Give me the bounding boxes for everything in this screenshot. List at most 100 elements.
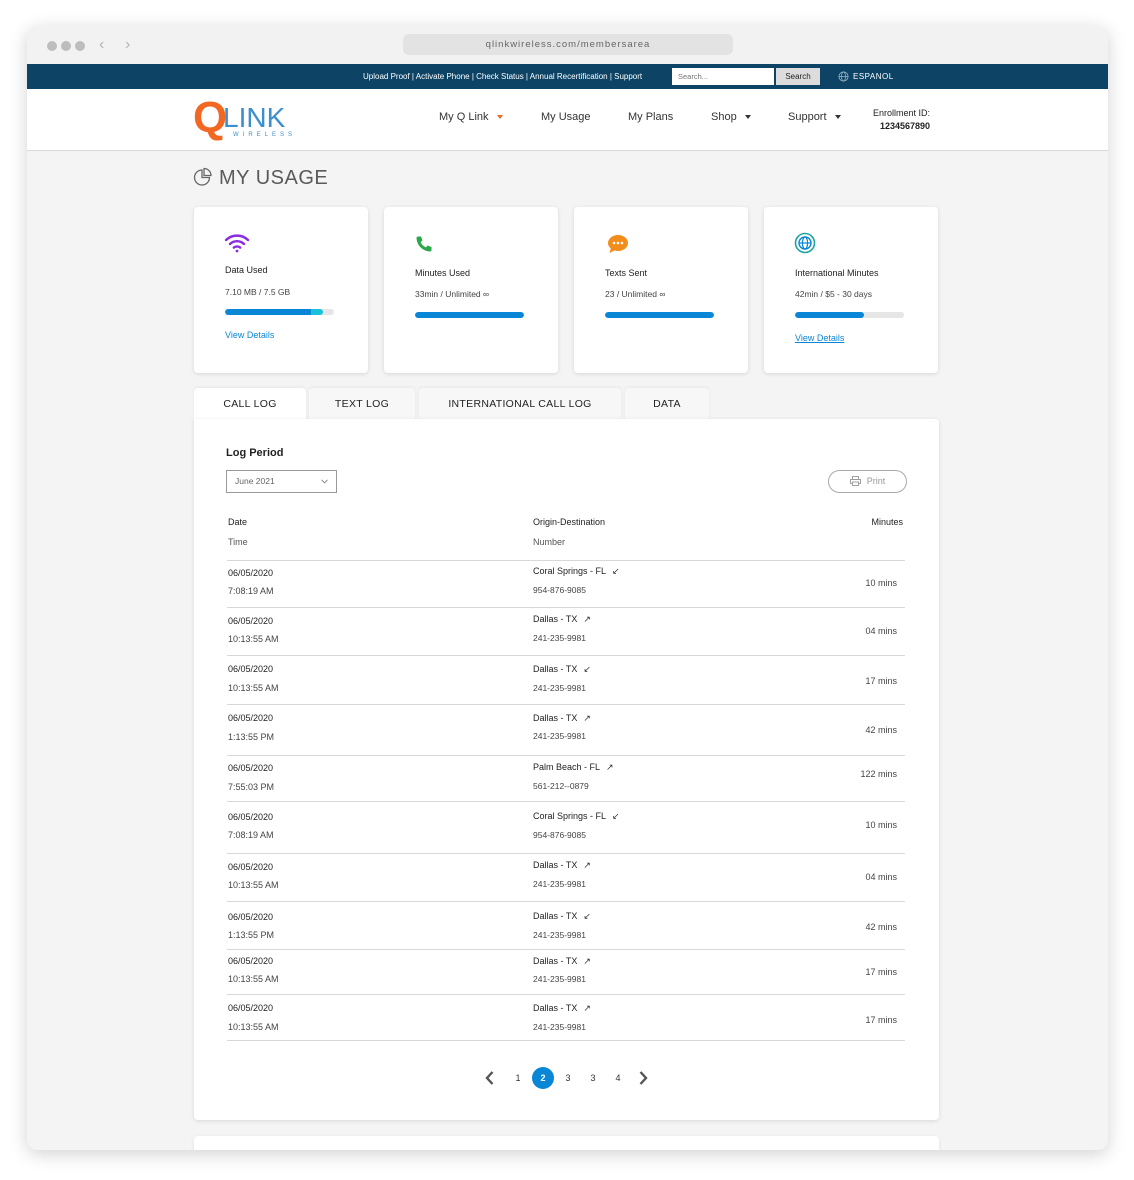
table-row[interactable]: 06/05/2020 10:13:55 AM Dallas - TX ↗ 241-… [227, 853, 905, 901]
enrollment-label: Enrollment ID: [873, 108, 931, 118]
header-date: Date [228, 517, 248, 527]
row-place-text: Coral Springs - FL [533, 566, 607, 576]
page-1[interactable]: 1 [507, 1067, 529, 1089]
card-label: Texts Sent [605, 268, 648, 278]
nav-support[interactable]: Support [788, 89, 841, 145]
nav-shop[interactable]: Shop [711, 89, 751, 145]
window-dot[interactable] [61, 41, 71, 51]
outgoing-arrow-icon: ↗ [583, 614, 591, 624]
nav-my-q-link[interactable]: My Q Link [439, 89, 503, 145]
incoming-arrow-icon: ↙ [583, 664, 591, 674]
row-place: Dallas - TX ↗ [533, 860, 591, 871]
card-value: 7.10 MB / 7.5 GB [225, 287, 291, 297]
url-bar[interactable]: qlinkwireless.com/membersarea [403, 34, 733, 55]
enrollment-value: 1234567890 [879, 121, 931, 131]
chevron-right-icon[interactable] [636, 1069, 650, 1087]
caret-down-icon [744, 115, 751, 120]
utility-search-button[interactable]: Search [776, 68, 820, 85]
window-dot[interactable] [75, 41, 85, 51]
window-dot[interactable] [47, 41, 57, 51]
view-details-link[interactable]: View Details [795, 333, 844, 343]
table-row[interactable]: 06/05/2020 10:13:55 AM Dallas - TX ↙ 241-… [227, 655, 905, 704]
row-place: Dallas - TX ↗ [533, 713, 591, 724]
table-row[interactable]: 06/05/2020 10:13:55 AM Dallas - TX ↗ 241-… [227, 994, 905, 1040]
table-row[interactable]: 06/05/2020 7:08:19 AM Coral Springs - FL… [227, 801, 905, 853]
nav-label: My Q Link [439, 111, 489, 123]
table-row[interactable]: 06/05/2020 10:13:55 AM Dallas - TX ↗ 241-… [227, 949, 905, 994]
row-minutes: 42 mins [865, 725, 897, 735]
row-place-text: Dallas - TX [533, 713, 578, 723]
pagination: 1 2 3 3 4 [194, 1067, 939, 1089]
card-value: 23 / Unlimited ∞ [605, 289, 666, 299]
row-number: 241-235-9981 [533, 930, 586, 940]
table-row[interactable]: 06/05/2020 1:13:55 PM Dallas - TX ↙ 241-2… [227, 901, 905, 949]
row-minutes: 17 mins [865, 1015, 897, 1025]
row-minutes: 17 mins [865, 967, 897, 977]
page-3[interactable]: 3 [557, 1067, 579, 1089]
table-row[interactable]: 06/05/2020 7:08:19 AM Coral Springs - FL… [227, 560, 905, 607]
minutes-used-card: Minutes Used 33min / Unlimited ∞ [384, 207, 558, 373]
page-title-text: MY USAGE [219, 167, 329, 189]
window-controls [47, 41, 85, 51]
pie-chart-icon [193, 167, 212, 186]
row-place-text: Dallas - TX [533, 664, 578, 674]
row-number: 954-876-9085 [533, 585, 586, 595]
nav-my-usage[interactable]: My Usage [541, 89, 591, 145]
utility-bar: Upload Proof | Activate Phone | Check St… [27, 64, 1108, 89]
outgoing-arrow-icon: ↗ [583, 713, 591, 723]
row-date: 06/05/2020 [228, 664, 274, 674]
row-date: 06/05/2020 [228, 956, 274, 966]
globe-icon [838, 71, 849, 82]
nav-my-plans[interactable]: My Plans [628, 89, 673, 145]
row-date: 06/05/2020 [228, 912, 274, 922]
row-number: 241-235-9981 [533, 731, 586, 741]
browser-back-icon[interactable]: ‹ [99, 35, 104, 55]
logo-link: LINK [223, 102, 286, 133]
language-toggle[interactable]: ESPANOL [838, 64, 894, 89]
page-2-active[interactable]: 2 [532, 1067, 554, 1089]
incoming-arrow-icon: ↙ [612, 811, 620, 821]
tab-data[interactable]: DATA [625, 388, 709, 420]
tab-call-log[interactable]: CALL LOG [194, 388, 306, 420]
log-period-select[interactable]: June 2021 [226, 470, 337, 493]
row-time: 7:08:19 AM [228, 830, 274, 840]
tab-international-call-log[interactable]: INTERNATIONAL CALL LOG [419, 388, 621, 420]
row-number: 241-235-9981 [533, 974, 586, 984]
row-date: 06/05/2020 [228, 763, 274, 773]
card-label: Minutes Used [415, 268, 471, 278]
row-place: Dallas - TX ↗ [533, 1003, 591, 1014]
tab-text-log[interactable]: TEXT LOG [309, 388, 415, 420]
row-date: 06/05/2020 [228, 616, 274, 626]
row-date: 06/05/2020 [228, 1003, 274, 1013]
utility-links[interactable]: Upload Proof | Activate Phone | Check St… [363, 64, 642, 89]
row-date: 06/05/2020 [228, 713, 274, 723]
row-time: 7:08:19 AM [228, 586, 274, 596]
international-progress-bar [795, 312, 904, 318]
page-4[interactable]: 4 [607, 1067, 629, 1089]
progress-fill [605, 312, 714, 318]
qlink-logo[interactable]: Q LINK WIRELESS [193, 95, 303, 141]
row-place: Dallas - TX ↙ [533, 911, 591, 922]
chat-bubble-icon [608, 235, 628, 253]
row-minutes: 10 mins [865, 820, 897, 830]
table-row[interactable]: 06/05/2020 1:13:55 PM Dallas - TX ↗ 241-2… [227, 704, 905, 755]
data-progress-bar [225, 309, 334, 315]
progress-fill [415, 312, 524, 318]
utility-search-input[interactable] [672, 68, 774, 85]
print-button[interactable]: Print [828, 470, 907, 493]
progress-fill [225, 309, 324, 315]
table-bottom-border [227, 1040, 905, 1041]
wifi-icon [224, 234, 250, 253]
row-date: 06/05/2020 [228, 568, 274, 578]
log-period-value: June 2021 [235, 476, 275, 486]
row-time: 1:13:55 PM [228, 930, 275, 940]
table-row[interactable]: 06/05/2020 10:13:55 AM Dallas - TX ↗ 241-… [227, 607, 905, 655]
view-details-link[interactable]: View Details [225, 330, 274, 340]
chevron-left-icon[interactable] [483, 1069, 497, 1087]
row-minutes: 122 mins [860, 769, 897, 779]
page-3b[interactable]: 3 [582, 1067, 604, 1089]
row-number: 241-235-9981 [533, 1022, 586, 1032]
outgoing-arrow-icon: ↗ [583, 860, 591, 870]
browser-forward-icon[interactable]: › [125, 35, 130, 55]
table-row[interactable]: 06/05/2020 7:55:03 PM Palm Beach - FL ↗ 5… [227, 755, 905, 801]
